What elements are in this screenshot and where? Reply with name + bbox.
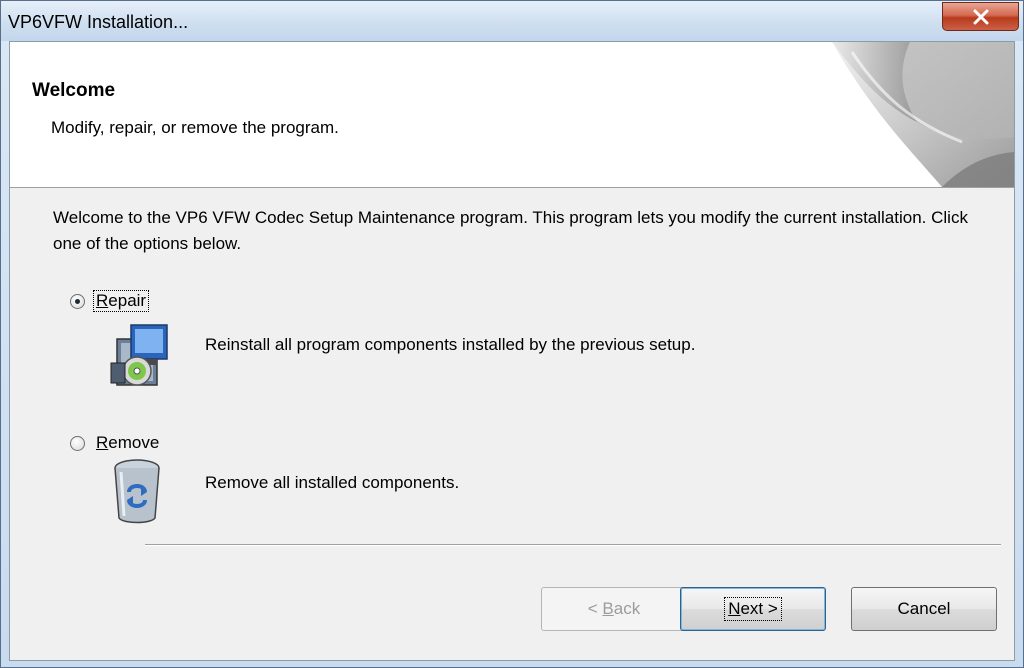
next-label-rest: ext > (740, 599, 778, 618)
next-access-key: N (728, 599, 741, 618)
title-bar[interactable]: VP6VFW Installation... (1, 1, 1023, 41)
back-button[interactable]: < Back (541, 587, 687, 631)
remove-description: Remove all installed components. (205, 473, 460, 492)
window-title: VP6VFW Installation... (8, 12, 189, 32)
next-button[interactable]: Next > (680, 587, 826, 631)
repair-radio[interactable] (70, 293, 85, 309)
dialog-client-area: Welcome Modify, repair, or remove the pr… (9, 41, 1015, 661)
remove-label-rest: emove (108, 433, 160, 452)
close-button[interactable] (942, 2, 1019, 31)
repair-radio-option[interactable]: Repair (70, 290, 150, 312)
welcome-text: Welcome to the VP6 VFW Codec Setup Maint… (53, 208, 968, 253)
cancel-button[interactable]: Cancel (851, 587, 997, 631)
repair-access-key: R (96, 291, 109, 310)
header-panel: Welcome Modify, repair, or remove the pr… (10, 42, 1014, 188)
back-prefix: < (587, 599, 603, 618)
separator (145, 544, 1001, 546)
repair-label-rest: epair (108, 291, 147, 310)
radio-selected-dot (75, 298, 80, 304)
remove-radio[interactable] (70, 435, 85, 451)
page-curl-graphic (832, 42, 1014, 187)
repair-label[interactable]: Repair (92, 290, 150, 312)
header-subtitle: Modify, repair, or remove the program. (51, 118, 339, 137)
back-access-key: B (602, 599, 614, 618)
setup-box-icon (110, 324, 168, 386)
remove-access-key: R (96, 433, 109, 452)
recycle-bin-icon (114, 459, 160, 524)
remove-label[interactable]: Remove (94, 433, 161, 453)
installer-window: VP6VFW Installation... Welcome Modify, r… (0, 0, 1024, 668)
header-title: Welcome (32, 80, 116, 101)
back-label-rest: ack (613, 599, 641, 618)
close-icon (973, 9, 988, 24)
cancel-label: Cancel (897, 599, 951, 618)
repair-description: Reinstall all program components install… (205, 335, 696, 354)
remove-radio-option[interactable]: Remove (70, 433, 161, 453)
